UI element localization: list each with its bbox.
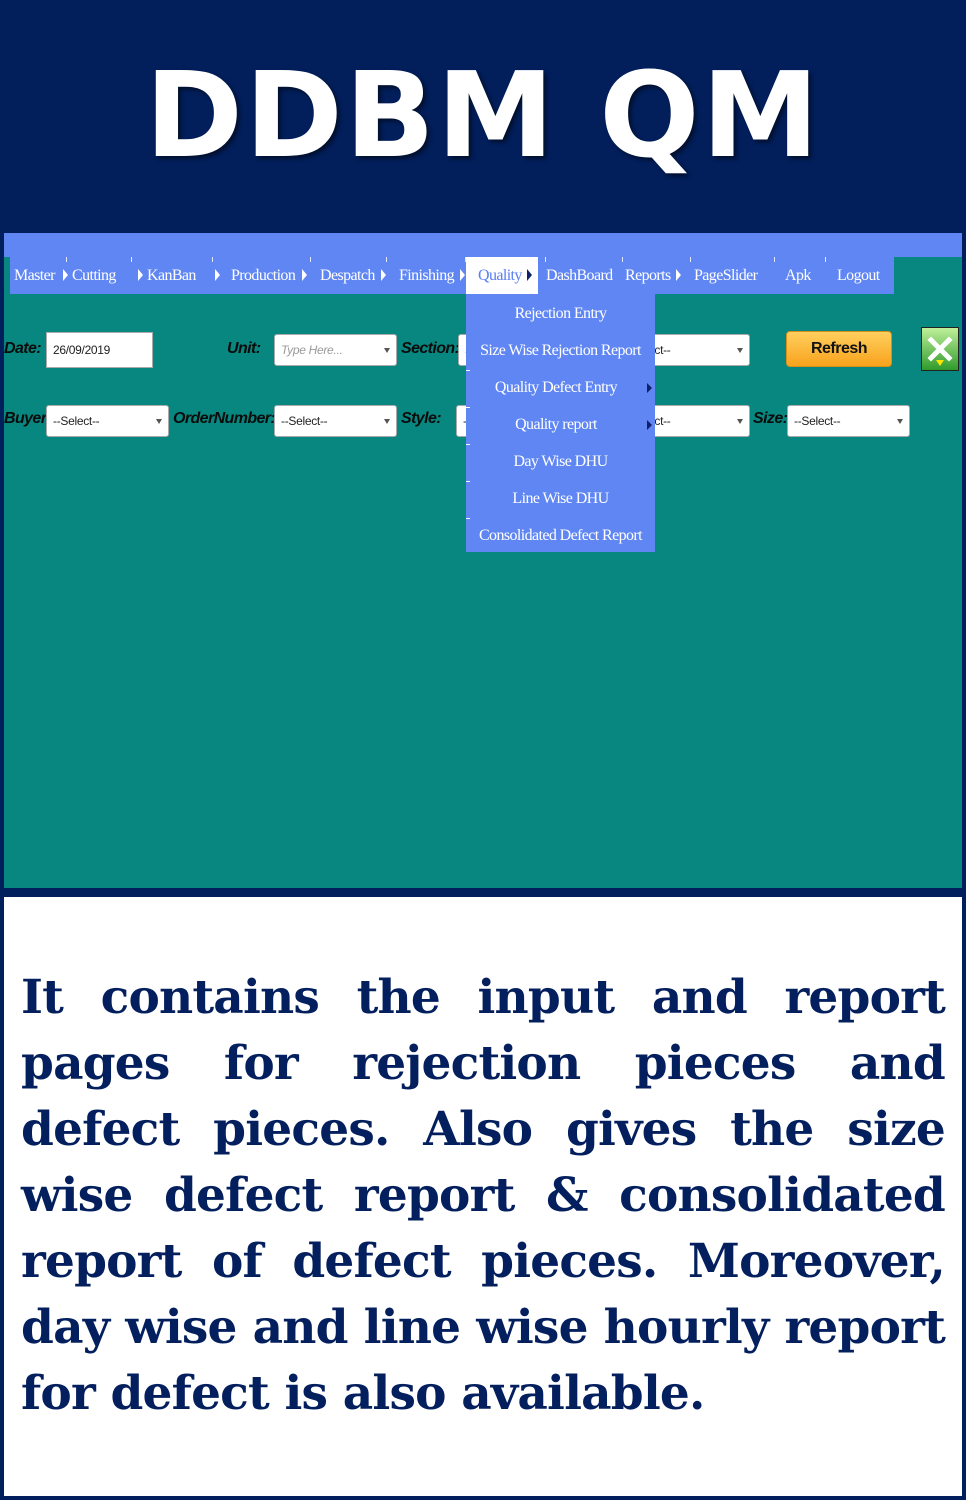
main-menubar: Master Cutting KanBan Production Despatc…: [10, 257, 894, 294]
app-screenshot: Master Cutting KanBan Production Despatc…: [4, 233, 962, 888]
menu-separator: [466, 407, 470, 408]
submenu-arrow-icon: [302, 269, 307, 281]
submenu-arrow-icon: [647, 420, 652, 430]
filter-select-right-2[interactable]: ect--: [642, 405, 750, 437]
menu-cutting[interactable]: Cutting: [72, 257, 116, 294]
menu-production[interactable]: Production: [231, 257, 296, 294]
submenu-arrow-icon: [647, 383, 652, 393]
dropdown-item-size-wise-rejection-report[interactable]: Size Wise Rejection Report: [466, 336, 655, 366]
buyer-label: Buyer:: [4, 410, 52, 427]
date-label: Date:: [4, 340, 42, 357]
header-banner: DDBM QM: [0, 0, 966, 233]
banner-title: DDBM QM: [144, 46, 822, 184]
excel-icon: [927, 336, 953, 366]
dropdown-item-day-wise-dhu[interactable]: Day Wise DHU: [466, 447, 655, 477]
excel-export-icon[interactable]: [921, 327, 959, 371]
dropdown-item-rejection-entry[interactable]: Rejection Entry: [466, 299, 655, 329]
quality-dropdown-menu: Rejection Entry Size Wise Rejection Repo…: [466, 294, 655, 552]
submenu-arrow-icon: [527, 269, 532, 281]
menu-separator: [622, 257, 623, 262]
chevron-down-icon: [156, 419, 162, 424]
menu-separator: [386, 257, 387, 262]
size-select[interactable]: --Select--: [787, 405, 910, 437]
buyer-value: --Select--: [53, 414, 100, 428]
menu-despatch[interactable]: Despatch: [320, 257, 375, 294]
menu-separator: [131, 257, 132, 262]
size-label: Size:: [753, 410, 788, 427]
menu-separator: [212, 257, 213, 262]
menu-finishing[interactable]: Finishing: [399, 257, 455, 294]
menu-separator: [66, 257, 67, 262]
submenu-arrow-icon: [676, 269, 681, 281]
dropdown-item-quality-defect-entry[interactable]: Quality Defect Entry: [466, 373, 646, 403]
unit-placeholder: Type Here...: [281, 343, 343, 357]
chevron-down-icon: [737, 419, 743, 424]
menu-reports[interactable]: Reports: [625, 257, 671, 294]
ordernumber-value: --Select--: [281, 414, 328, 428]
menu-separator: [690, 257, 691, 262]
menu-separator: [825, 257, 826, 262]
chevron-down-icon: [897, 419, 903, 424]
menu-separator: [466, 370, 470, 371]
chevron-down-icon: [384, 419, 390, 424]
description-text: It contains the input and report pages f…: [21, 970, 946, 1421]
submenu-arrow-icon: [63, 269, 68, 281]
menu-apk[interactable]: Apk: [785, 257, 811, 294]
submenu-arrow-icon: [381, 269, 386, 281]
menu-separator: [774, 257, 775, 262]
ordernumber-select[interactable]: --Select--: [274, 405, 397, 437]
dropdown-item-consolidated-defect-report[interactable]: Consolidated Defect Report: [466, 521, 655, 551]
dropdown-item-quality-report[interactable]: Quality report: [466, 410, 646, 440]
size-value: --Select--: [794, 414, 841, 428]
menubar-top-strip: [4, 233, 962, 257]
filter-select-right-1[interactable]: ect--: [642, 334, 750, 366]
menu-logout[interactable]: Logout: [837, 257, 880, 294]
refresh-button[interactable]: Refresh: [786, 331, 892, 367]
chevron-down-icon: [384, 348, 390, 353]
submenu-arrow-icon: [138, 269, 143, 281]
unit-label: Unit:: [227, 340, 261, 357]
ordernumber-label: OrderNumber:: [173, 410, 276, 427]
menu-separator: [466, 481, 470, 482]
date-input[interactable]: 26/09/2019: [46, 332, 153, 368]
menu-master[interactable]: Master: [14, 257, 55, 294]
description-panel: It contains the input and report pages f…: [4, 897, 962, 1496]
dropdown-item-line-wise-dhu[interactable]: Line Wise DHU: [466, 484, 655, 514]
buyer-select[interactable]: --Select--: [46, 405, 169, 437]
submenu-arrow-icon: [215, 269, 220, 281]
menu-separator: [466, 444, 470, 445]
menu-pageslider[interactable]: PageSlider: [694, 257, 758, 294]
style-label: Style:: [401, 410, 442, 427]
menu-separator: [466, 518, 470, 519]
submenu-arrow-icon: [460, 269, 465, 281]
menu-dashboard[interactable]: DashBoard: [546, 257, 613, 294]
menu-separator: [310, 257, 311, 262]
section-label: Section:: [401, 340, 460, 357]
menu-kanban[interactable]: KanBan: [147, 257, 196, 294]
chevron-down-icon: [737, 348, 743, 353]
unit-select[interactable]: Type Here...: [274, 334, 397, 366]
